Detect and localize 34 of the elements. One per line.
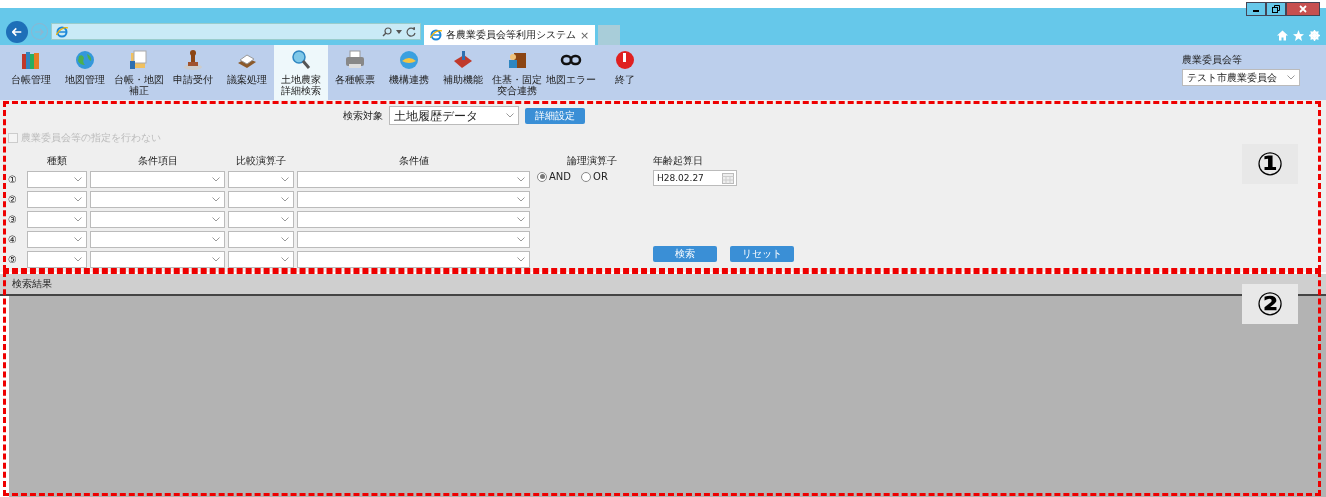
toolbar-button[interactable]: 終了 xyxy=(598,45,652,100)
toolbar-button[interactable]: 各種帳票 xyxy=(328,45,382,100)
toolbar-button[interactable]: 台帳管理 xyxy=(4,45,58,100)
toolbar-button[interactable]: 補助機能 xyxy=(436,45,490,100)
date-label: 年齢起算日 xyxy=(653,154,704,168)
row-number: ② xyxy=(8,193,18,207)
column-header: 条件値 xyxy=(397,154,430,168)
toolbar-button[interactable]: 議案処理 xyxy=(220,45,274,100)
tab-title: 各農業委員会等利用システム xyxy=(446,28,576,42)
annotation-number: ① xyxy=(1242,144,1298,184)
committee-label: 農業委員会等 xyxy=(1182,53,1243,67)
logic-operator-label: 論理演算子 xyxy=(566,154,618,168)
toolbar-button[interactable]: 台帳・地図 補正 xyxy=(112,45,166,100)
search-target-label: 検索対象 xyxy=(343,108,383,123)
toolbar-button[interactable]: 住基・固定 突合連携 xyxy=(490,45,544,100)
search-target-dropdown[interactable]: 土地履歴データ xyxy=(389,106,519,125)
close-tab-icon[interactable]: × xyxy=(580,28,590,42)
browser-tab[interactable]: 各農業委員会等利用システム × xyxy=(424,25,596,45)
radio-label: OR xyxy=(593,171,608,182)
toolbar-button[interactable]: 申請受付 xyxy=(166,45,220,100)
toolbar-button[interactable]: 地図エラー xyxy=(544,45,598,100)
toolbar-button[interactable]: 機構連携 xyxy=(382,45,436,100)
row-number: ③ xyxy=(8,213,18,227)
toolbar-button[interactable]: 地図管理 xyxy=(58,45,112,100)
column-header: 条件項目 xyxy=(136,154,179,168)
column-header: 比較演算子 xyxy=(235,154,287,168)
column-header: 種類 xyxy=(46,154,68,168)
date-field[interactable]: H28.02.27 xyxy=(653,170,737,186)
row-number: ⑤ xyxy=(8,253,18,267)
committee-dropdown[interactable]: テスト市農業委員会 xyxy=(1182,69,1300,86)
row-number: ④ xyxy=(8,233,18,247)
row-number: ① xyxy=(8,173,18,187)
radio-label: AND xyxy=(549,171,572,182)
toolbar-button[interactable]: 土地農家 詳細検索 xyxy=(274,45,328,100)
